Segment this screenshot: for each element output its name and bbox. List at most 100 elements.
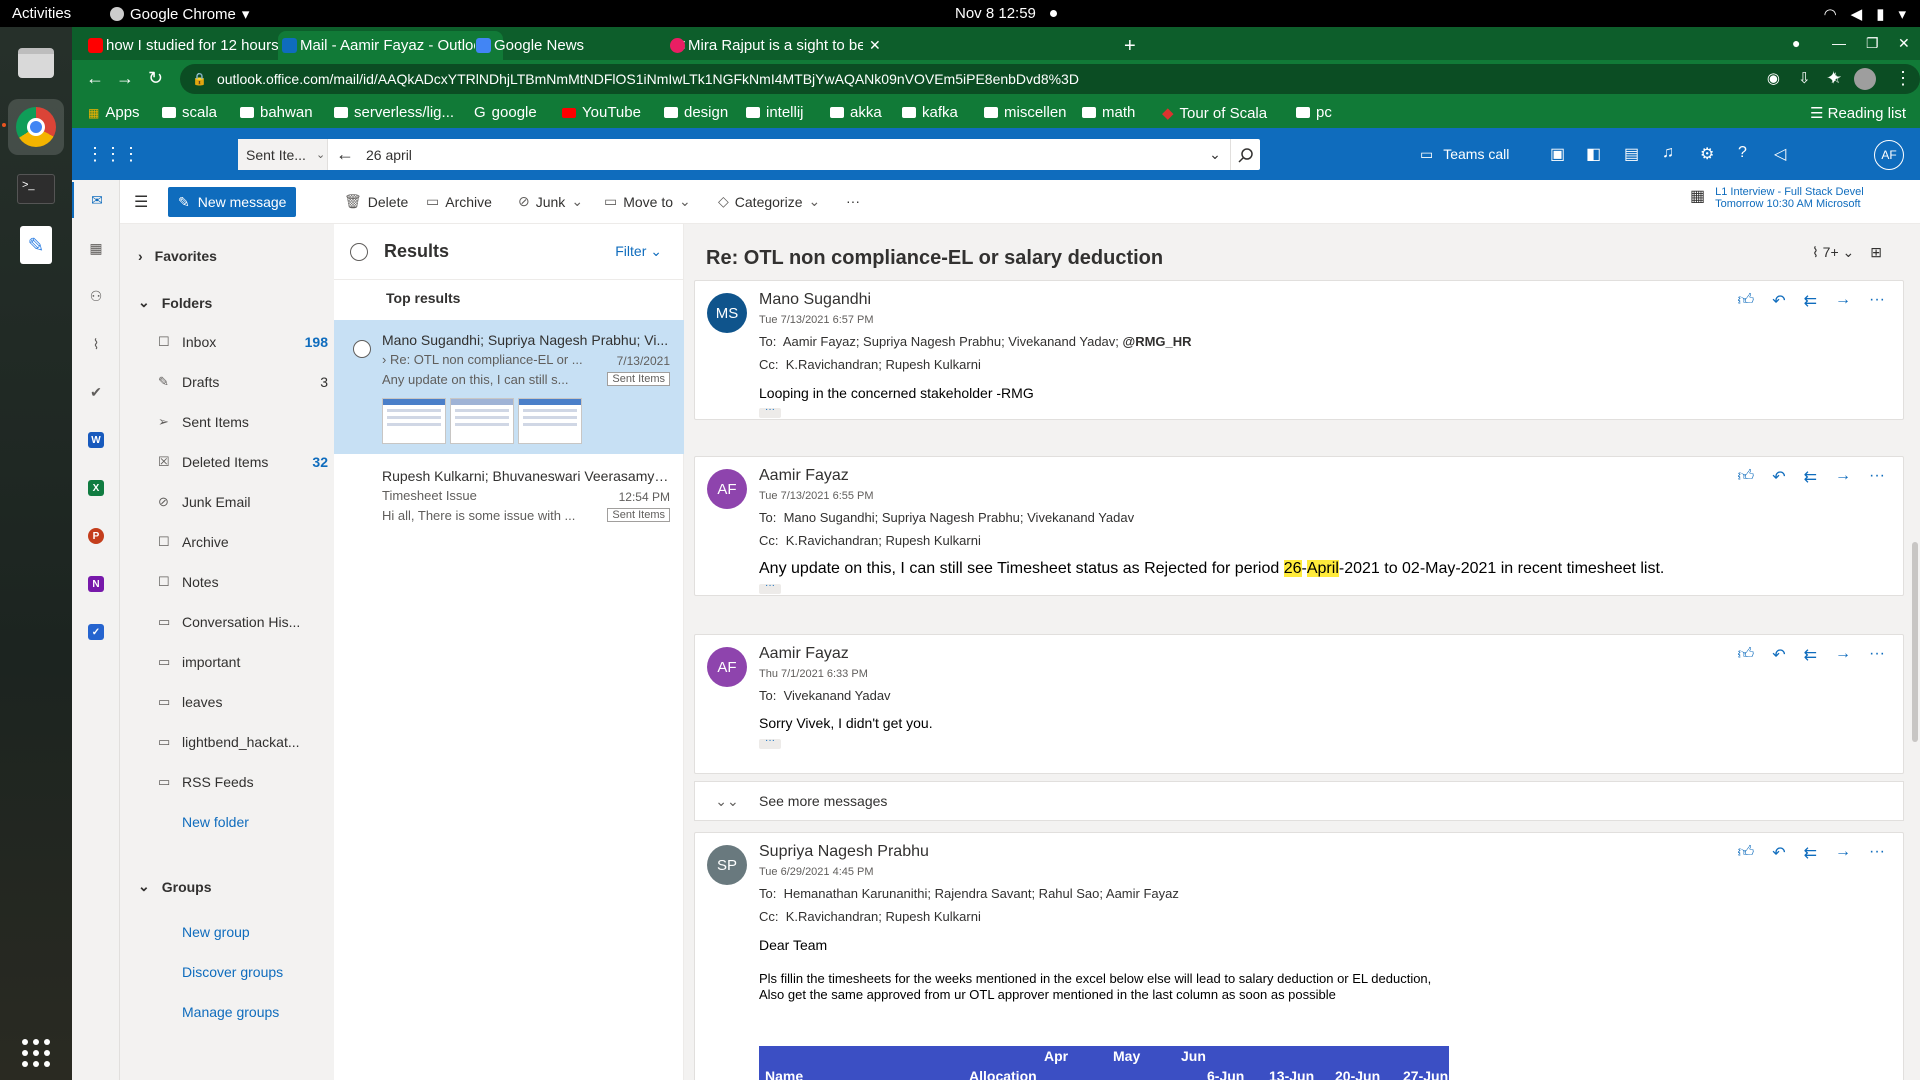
folder-important[interactable]: ▭ important (158, 654, 328, 670)
hamburger-menu-icon[interactable]: ☰ (134, 192, 148, 212)
dock-chrome[interactable] (2, 99, 64, 155)
upcoming-event[interactable]: ▦ L1 Interview - Full Stack Devel Tomorr… (1690, 186, 1864, 210)
extensions-icon[interactable]: ✦ (1826, 68, 1841, 89)
activities-button[interactable]: Activities (12, 5, 71, 22)
help-icon[interactable]: ? (1738, 144, 1747, 162)
discover-groups-link[interactable]: Discover groups (182, 964, 283, 980)
filter-button[interactable]: Filter ⌄ (615, 243, 662, 260)
bookmark-folder[interactable]: pc (1296, 104, 1332, 121)
like-icon[interactable]: 👍︎ (1737, 843, 1754, 863)
like-icon[interactable]: 👍︎ (1737, 645, 1754, 665)
bell-icon[interactable]: ♫ (1662, 144, 1674, 162)
junk-button[interactable]: ⊘ Junk ⌄ (518, 193, 583, 210)
more-actions-button[interactable]: ··· (846, 193, 860, 209)
folder-sent-items[interactable]: ➢ Sent Items (158, 414, 328, 430)
feedback-icon[interactable]: ◁ (1774, 144, 1786, 164)
attachments-filter[interactable]: ⌇ 7+ ⌄ (1812, 244, 1854, 261)
more-options-icon[interactable]: ··· (1869, 843, 1885, 863)
tab-pinkvilla[interactable]: Mira Rajput is a sight to be ✕ (666, 31, 891, 60)
archive-button[interactable]: ▭ Archive (426, 193, 492, 210)
groups-header[interactable]: ⌄ Groups (138, 878, 212, 895)
forward-icon[interactable]: → (1835, 291, 1851, 311)
show-quoted-text-button[interactable]: ··· (759, 405, 781, 418)
manage-groups-link[interactable]: Manage groups (182, 1004, 279, 1020)
search-box[interactable]: Sent Ite... ⌄ ← 26 april ⌄ (238, 139, 1260, 170)
rail-word[interactable]: W (72, 422, 120, 458)
bookmark-folder[interactable]: design (664, 104, 728, 121)
forward-icon[interactable]: → (1835, 645, 1851, 665)
office-icon[interactable]: ◧ (1586, 144, 1601, 164)
reply-all-icon[interactable]: ⇇ (1804, 291, 1817, 311)
reply-icon[interactable]: ↶ (1772, 291, 1785, 311)
folder-drafts[interactable]: ✎ Drafts 3 (158, 374, 328, 390)
email-message[interactable]: MS Mano Sugandhi Tue 7/13/2021 6:57 PM T… (694, 280, 1904, 420)
show-quoted-text-button[interactable]: ··· (759, 581, 781, 594)
bookmark-folder[interactable]: scala (162, 104, 217, 121)
back-arrow-icon[interactable]: ← (328, 144, 362, 165)
back-icon[interactable]: ← (86, 68, 104, 89)
bookmark-folder[interactable]: kafka (902, 104, 958, 121)
move-to-button[interactable]: ▭ Move to ⌄ (604, 193, 691, 210)
dock-terminal[interactable]: >_ (8, 161, 64, 217)
email-message[interactable]: SP Supriya Nagesh Prabhu Tue 6/29/2021 4… (694, 832, 1904, 1080)
forward-icon[interactable]: → (1835, 843, 1851, 863)
email-message[interactable]: AF Aamir Fayaz Tue 7/13/2021 6:55 PM To:… (694, 456, 1904, 596)
folder-notes[interactable]: ☐ Notes (158, 574, 328, 590)
forward-icon[interactable]: → (1835, 467, 1851, 487)
more-options-icon[interactable]: ··· (1869, 645, 1885, 665)
kebab-menu-icon[interactable]: ⋮ (1894, 68, 1912, 89)
bookmark-folder[interactable]: akka (830, 104, 882, 121)
bookmark-folder[interactable]: math (1082, 104, 1135, 121)
bookmark-apps[interactable]: ▦ Apps (88, 104, 140, 121)
minimize-icon[interactable]: — (1832, 35, 1846, 51)
like-icon[interactable]: 👍︎ (1737, 291, 1754, 311)
sender-name[interactable]: Mano Sugandhi (759, 291, 871, 309)
folder-junk-email[interactable]: ⊘ Junk Email (158, 494, 328, 510)
search-scope-dropdown[interactable]: Sent Ite... ⌄ (238, 139, 328, 170)
favorites-header[interactable]: › Favorites (138, 248, 217, 264)
like-icon[interactable]: 👍︎ (1737, 467, 1754, 487)
more-options-icon[interactable]: ··· (1869, 291, 1885, 311)
reply-all-icon[interactable]: ⇇ (1804, 467, 1817, 487)
attachment-thumbnail[interactable] (518, 398, 582, 444)
show-applications[interactable] (8, 1025, 64, 1080)
rail-people[interactable]: ⚇ (72, 278, 120, 314)
message-select-checkbox[interactable] (353, 340, 371, 358)
bookmark-folder[interactable]: intellij (746, 104, 804, 121)
close-window-icon[interactable]: ✕ (1898, 35, 1910, 52)
system-tray[interactable]: ◠ ◀ ▮ ▾ (1824, 5, 1906, 23)
app-menu[interactable]: Google Chrome ▾ (110, 5, 249, 23)
bookmark-youtube[interactable]: YouTube (562, 104, 641, 121)
select-all-checkbox[interactable] (350, 242, 368, 261)
tab-outlook[interactable]: Mail - Aamir Fayaz - Outlook ✕ (278, 31, 503, 60)
teams-chat-icon[interactable]: ▣ (1550, 144, 1565, 164)
eye-icon[interactable]: ◉ (1767, 69, 1780, 87)
reply-all-icon[interactable]: ⇇ (1804, 645, 1817, 665)
rail-mail[interactable]: ✉ (72, 182, 120, 218)
search-icon[interactable] (1230, 139, 1260, 170)
folder-rss-feeds[interactable]: ▭ RSS Feeds (158, 774, 328, 790)
maximize-icon[interactable]: ❐ (1866, 35, 1879, 52)
folder-archive[interactable]: ☐ Archive (158, 534, 328, 550)
folder-conversation-history[interactable]: ▭ Conversation His... (158, 614, 328, 630)
tab-search-icon[interactable]: ● (1792, 35, 1800, 51)
sender-name[interactable]: Supriya Nagesh Prabhu (759, 843, 929, 861)
my-day-icon[interactable]: ▤ (1624, 144, 1639, 164)
bookmark-google[interactable]: Ggoogle (474, 104, 537, 121)
gear-icon[interactable]: ⚙ (1700, 144, 1714, 164)
rail-todo-app[interactable]: ✓ (72, 614, 120, 650)
rail-onenote[interactable]: N (72, 566, 120, 602)
teams-call-button[interactable]: ▭ Teams call (1420, 146, 1509, 163)
account-avatar[interactable]: AF (1874, 140, 1904, 170)
email-message[interactable]: AF Aamir Fayaz Thu 7/1/2021 6:33 PM To: … (694, 634, 1904, 774)
delete-button[interactable]: 🗑 Delete (344, 193, 408, 210)
new-group-link[interactable]: New group (182, 924, 250, 940)
sender-name[interactable]: Aamir Fayaz (759, 467, 849, 485)
folder-deleted-items[interactable]: ☒ Deleted Items 32 (158, 454, 328, 470)
rail-calendar[interactable]: ▦ (72, 230, 120, 266)
search-input[interactable]: 26 april (362, 147, 1200, 163)
address-bar[interactable]: 🔒 outlook.office.com/mail/id/AAQkADcxYTR… (180, 64, 1920, 94)
tab-youtube[interactable]: how I studied for 12 hours ✕ (84, 31, 309, 60)
close-icon[interactable]: ✕ (869, 37, 881, 54)
reading-list-button[interactable]: ☰ Reading list (1810, 104, 1906, 122)
